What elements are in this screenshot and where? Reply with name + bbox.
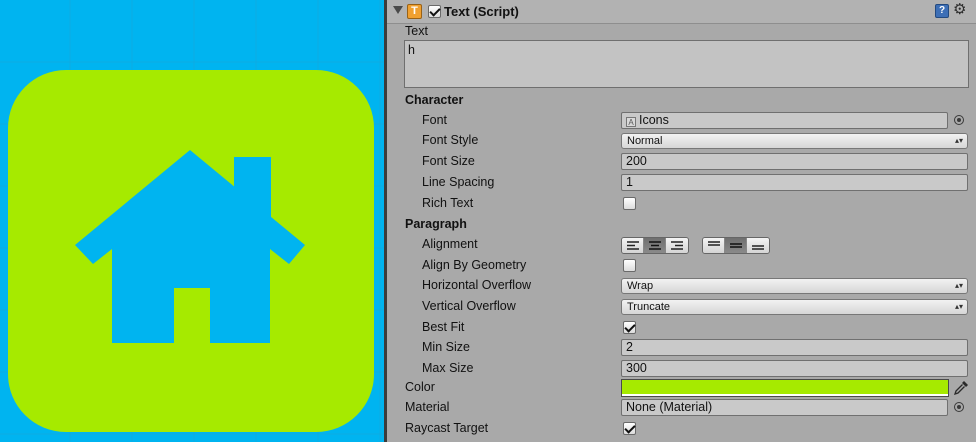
align-left-button[interactable] — [622, 238, 644, 253]
line-spacing-label: Line Spacing — [422, 175, 495, 189]
align-top-button[interactable] — [703, 238, 725, 253]
min-size-label: Min Size — [422, 340, 470, 354]
rich-text-label: Rich Text — [422, 196, 474, 210]
align-middle-button[interactable] — [725, 238, 747, 253]
max-size-label: Max Size — [422, 361, 474, 375]
font-row: Font A Icons — [387, 111, 976, 131]
font-style-value: Normal — [627, 135, 663, 147]
section-character: Character — [405, 93, 464, 107]
help-book-icon[interactable]: ? — [935, 4, 949, 18]
dropdown-arrows-icon: ▴▾ — [954, 302, 963, 311]
font-label: Font — [422, 113, 448, 127]
icon-preview — [0, 0, 384, 442]
font-value: Icons — [639, 113, 669, 127]
text-field-label: Text — [405, 24, 428, 38]
font-size-input[interactable]: 200 — [621, 153, 968, 170]
font-object-field[interactable]: A Icons — [621, 112, 948, 129]
horizontal-alignment-group — [621, 237, 689, 254]
font-size-label: Font Size — [422, 154, 475, 168]
max-size-row: Max Size 300 — [387, 359, 976, 379]
vertical-overflow-dropdown[interactable]: Truncate ▴▾ — [621, 299, 968, 315]
align-center-icon — [649, 241, 661, 250]
house-door — [174, 288, 210, 343]
component-enabled-checkbox[interactable] — [428, 5, 441, 18]
dropdown-arrows-icon: ▴▾ — [954, 136, 963, 145]
eyedropper-icon[interactable] — [953, 380, 969, 396]
horizontal-overflow-dropdown[interactable]: Wrap ▴▾ — [621, 278, 968, 294]
align-by-geometry-checkbox[interactable] — [623, 259, 636, 272]
gear-icon[interactable]: ⚙ — [953, 2, 966, 18]
raycast-target-checkbox[interactable] — [623, 422, 636, 435]
raycast-target-label: Raycast Target — [405, 421, 489, 435]
align-bottom-icon — [752, 245, 764, 250]
line-spacing-row: Line Spacing 1 — [387, 173, 976, 193]
line-spacing-input[interactable]: 1 — [621, 174, 968, 191]
min-size-row: Min Size 2 — [387, 338, 976, 358]
color-label: Color — [405, 380, 435, 394]
raycast-target-row: Raycast Target — [387, 419, 976, 439]
text-component-icon: T — [407, 4, 422, 19]
best-fit-label: Best Fit — [422, 320, 465, 334]
material-object-field[interactable]: None (Material) — [621, 399, 948, 416]
alignment-label: Alignment — [422, 237, 478, 251]
font-asset-icon: A — [626, 117, 636, 127]
align-by-geometry-label: Align By Geometry — [422, 258, 527, 272]
vertical-overflow-row: Vertical Overflow Truncate ▴▾ — [387, 297, 976, 317]
vertical-alignment-group — [702, 237, 770, 254]
align-center-button[interactable] — [644, 238, 666, 253]
vertical-overflow-label: Vertical Overflow — [422, 299, 516, 313]
horizontal-overflow-value: Wrap — [627, 280, 654, 292]
font-style-row: Font Style Normal ▴▾ — [387, 131, 976, 151]
min-size-input[interactable]: 2 — [621, 339, 968, 356]
horizontal-overflow-label: Horizontal Overflow — [422, 278, 532, 292]
alignment-row: Alignment — [387, 235, 976, 255]
material-row: Material None (Material) — [387, 398, 976, 418]
dropdown-arrows-icon: ▴▾ — [954, 281, 963, 290]
align-by-geometry-row: Align By Geometry — [387, 256, 976, 276]
rich-text-row: Rich Text — [387, 194, 976, 214]
color-swatch[interactable] — [621, 379, 949, 397]
section-paragraph: Paragraph — [405, 217, 467, 231]
align-top-icon — [708, 241, 720, 246]
font-style-label: Font Style — [422, 133, 479, 147]
object-picker-icon[interactable] — [954, 115, 964, 125]
inspector-panel: T Text (Script) ? ⚙ Text h Character Fon… — [387, 0, 976, 442]
color-row: Color — [387, 378, 976, 398]
component-header[interactable]: T Text (Script) ? ⚙ — [387, 0, 976, 24]
foldout-arrow-icon[interactable] — [393, 6, 403, 14]
align-bottom-button[interactable] — [747, 238, 769, 253]
preview-canvas — [0, 0, 384, 442]
component-title: Text (Script) — [444, 4, 519, 19]
align-right-icon — [671, 241, 683, 250]
best-fit-checkbox[interactable] — [623, 321, 636, 334]
max-size-input[interactable]: 300 — [621, 360, 968, 377]
horizontal-overflow-row: Horizontal Overflow Wrap ▴▾ — [387, 276, 976, 296]
object-picker-icon[interactable] — [954, 402, 964, 412]
align-left-icon — [627, 241, 639, 250]
align-middle-icon — [730, 243, 742, 248]
rich-text-checkbox[interactable] — [623, 197, 636, 210]
material-label: Material — [405, 400, 450, 414]
font-style-dropdown[interactable]: Normal ▴▾ — [621, 133, 968, 149]
font-size-row: Font Size 200 — [387, 152, 976, 172]
align-right-button[interactable] — [666, 238, 688, 253]
vertical-overflow-value: Truncate — [627, 301, 671, 313]
text-input[interactable]: h — [404, 40, 969, 88]
best-fit-row: Best Fit — [387, 318, 976, 338]
